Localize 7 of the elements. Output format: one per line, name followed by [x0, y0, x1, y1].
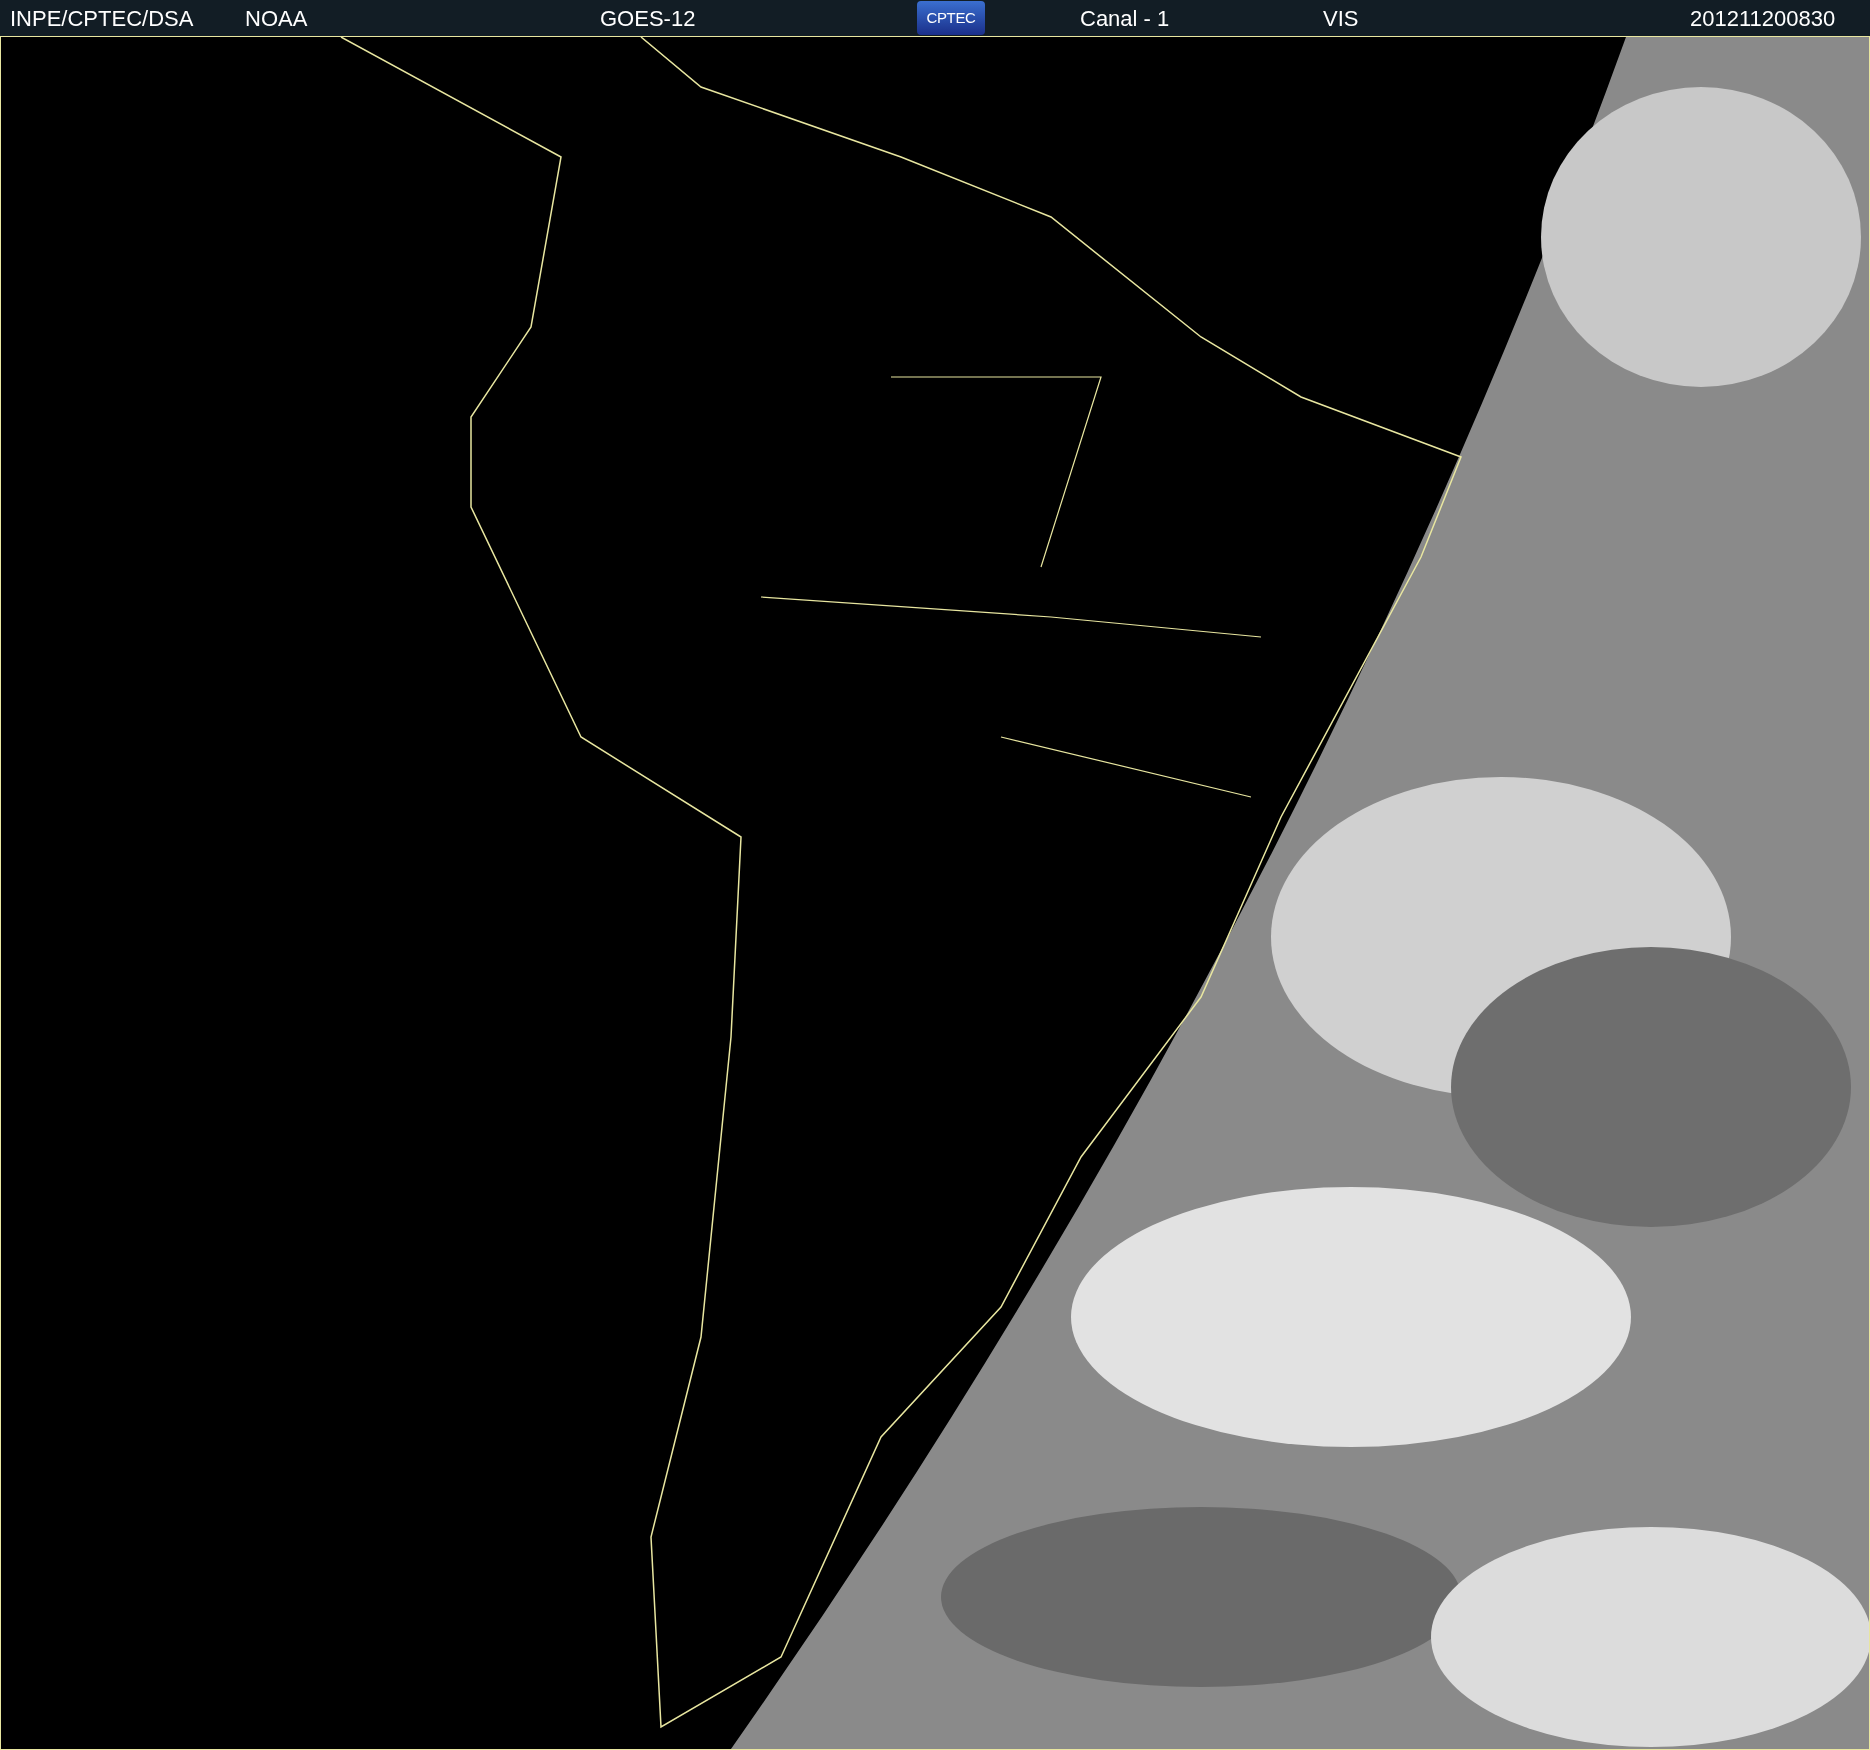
band-label: VIS [1323, 4, 1360, 33]
logo: CPTEC [917, 1, 985, 35]
source-label: INPE/CPTEC/DSA [10, 4, 195, 33]
timestamp-label: 201211200830 [1690, 4, 1836, 33]
satellite-label: GOES-12 [600, 4, 697, 33]
agency-label: NOAA [245, 4, 309, 33]
channel-label: Canal - 1 [1080, 4, 1171, 33]
